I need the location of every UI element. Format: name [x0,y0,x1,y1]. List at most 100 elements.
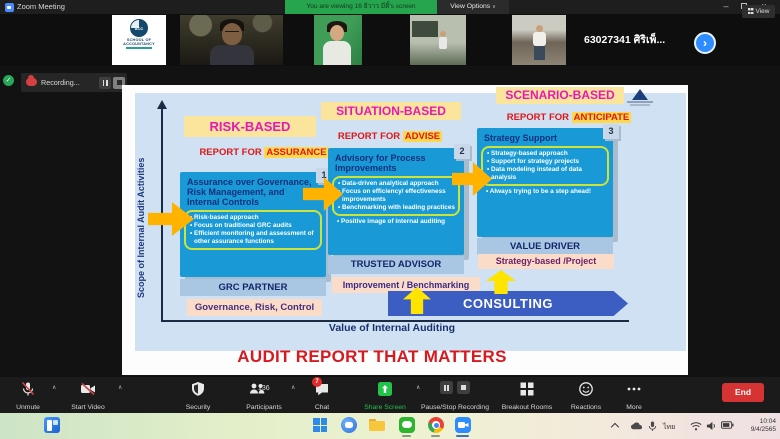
bullet-item: Risk-based approach [189,214,317,222]
widgets-icon[interactable] [44,417,60,433]
camera-off-icon [80,381,96,397]
tray-microphone-icon[interactable] [648,421,657,432]
grid-view-icon [748,8,754,14]
highlight-outline: Strategy-based approach Support for stra… [481,146,609,186]
box-title: Advisory for Process Improvements [328,148,464,175]
recording-status: Recording... [41,73,80,92]
video-thumbnail-participant[interactable] [512,15,566,65]
bullet-item: Data modeling instead of data analysis [486,166,604,182]
participants-count: 136 [258,385,270,392]
security-button[interactable]: Security [175,377,221,413]
avatar [222,23,242,45]
more-button[interactable]: More [613,377,655,413]
report-for-assurance: REPORT FOR ASSURANCE [184,147,344,158]
bullet-item: Focus on traditional GRC audits [189,222,317,230]
advisory-box: 2 Advisory for Process Improvements Data… [328,148,464,255]
band-scenario-based: SCENARIO-BASED [496,87,624,104]
bullet-item: Positive image of internal auditing [336,218,456,226]
strip-improvement-benchmarking: Improvement / Benchmarking [332,277,480,293]
zoom-app-icon [5,3,14,12]
report-for-anticipate: REPORT FOR ANTICIPATE [504,112,634,123]
end-meeting-button[interactable]: End [722,383,764,402]
chevron-up-icon[interactable]: ∧ [291,384,295,391]
strip-governance-risk-control: Governance, Risk, Control [187,299,322,316]
view-options-button[interactable]: View Options ∨ [437,0,509,14]
window-titlebar: Zoom Meeting You are viewing 16 ธิวาว มี… [0,0,780,14]
band-risk-based: RISK-BASED [184,116,316,137]
breakout-rooms-icon [519,381,535,397]
next-participants-button[interactable]: › [694,32,716,54]
chat-button[interactable]: 7 Chat [302,377,342,413]
clock-time: 10:04 [742,418,776,426]
report-for-advise: REPORT FOR ADVISE [320,131,460,142]
pause-stop-recording-button[interactable]: Pause/Stop Recording [416,377,494,413]
viewing-banner: You are viewing 16 ธิวาว มีติ้'s screen [285,0,437,14]
avatar [536,25,543,32]
role-grc-partner: GRC PARTNER [180,279,326,296]
open-app-indicator [402,435,411,437]
pause-recording-button[interactable] [99,77,111,89]
taskbar-clock[interactable]: 10:04 9/4/2565 [742,418,776,434]
windows-taskbar: ไทย 10:04 9/4/2565 [0,413,780,439]
start-video-button[interactable]: Start Video [62,377,114,413]
bullet-item: Strategy-based approach [486,150,604,158]
assurance-box: 1 Assurance over Governance, Risk Manage… [180,172,326,277]
bullet-item: Support for strategy projects [486,158,604,166]
zoom-taskbar-icon[interactable] [455,417,471,433]
acc-pie-logo: ACC [130,19,148,37]
microphone-muted-icon [20,381,36,397]
pause-icon[interactable] [440,381,453,394]
video-thumbnail-school-logo[interactable]: ACC SCHOOL OF ACCOUNTANCY [112,15,166,65]
highlight-outline: Risk-based approach Focus on traditional… [184,210,322,250]
bullet-item: Efficient monitoring and assessment of o… [189,230,317,246]
shared-screen-area: ✓ Recording... Scope of Internal Audit A… [0,66,780,377]
line-app-icon[interactable] [399,417,415,433]
chat-app-icon[interactable] [341,417,357,433]
recording-cloud-icon [26,78,37,86]
bullet-item: Benchmarking with leading practices [337,204,455,212]
shield-icon [190,381,206,397]
x-axis-label: Value of Internal Auditing [272,322,512,334]
reactions-button[interactable]: Reactions [563,377,609,413]
stop-icon[interactable] [457,381,470,394]
video-thumbnail-participant[interactable] [314,15,362,65]
participants-button[interactable]: 136 Participants [238,377,290,413]
avatar [330,25,344,41]
emoji-smile-icon [578,381,594,397]
video-thumbnail-participant[interactable] [410,15,466,65]
role-trusted-advisor: TRUSTED ADVISOR [328,256,464,274]
language-indicator[interactable]: ไทย [663,422,675,433]
strategy-box: 3 Strategy Support Strategy-based approa… [477,128,613,237]
chevron-up-icon[interactable]: ∧ [118,384,122,391]
chrome-icon[interactable] [428,417,444,433]
start-button-icon[interactable] [312,417,328,433]
breakout-rooms-button[interactable]: Breakout Rooms [497,377,557,413]
share-screen-button[interactable]: Share Screen [355,377,415,413]
tray-expand-chevron-icon[interactable] [612,422,619,429]
y-axis-label: Scope of Internal Audit Activities [136,140,146,315]
file-explorer-icon[interactable] [369,417,385,433]
onedrive-cloud-icon[interactable] [630,421,643,431]
avatar [534,46,545,60]
video-thumbnail-participant[interactable] [180,15,283,65]
view-layout-button[interactable]: View [742,5,775,18]
highlight-outline: Data-driven analytical approach Focus on… [332,176,460,216]
avatar [225,31,239,34]
unmute-button[interactable]: Unmute [6,377,50,413]
window-minimize-button[interactable]: – [718,0,734,14]
bullet-item: Always trying to be a step ahead! [485,188,605,196]
battery-icon[interactable] [721,421,734,429]
strip-strategy-based-project: Strategy-based /Project [478,254,614,269]
avatar [439,37,447,49]
iia-logo [623,89,657,115]
wifi-icon[interactable] [690,421,702,431]
share-screen-icon [377,381,393,397]
logo-underline [126,47,152,49]
chat-unread-badge: 7 [312,377,322,387]
participant-name-tag: 63027341 ศิริเพ็... [584,28,692,52]
box-title: Strategy Support [477,128,613,145]
volume-icon[interactable] [706,421,717,431]
chevron-up-icon[interactable]: ∧ [52,384,56,391]
slide-footer-title: AUDIT REPORT THAT MATTERS [177,347,567,367]
y-axis-arrowhead [157,100,167,109]
